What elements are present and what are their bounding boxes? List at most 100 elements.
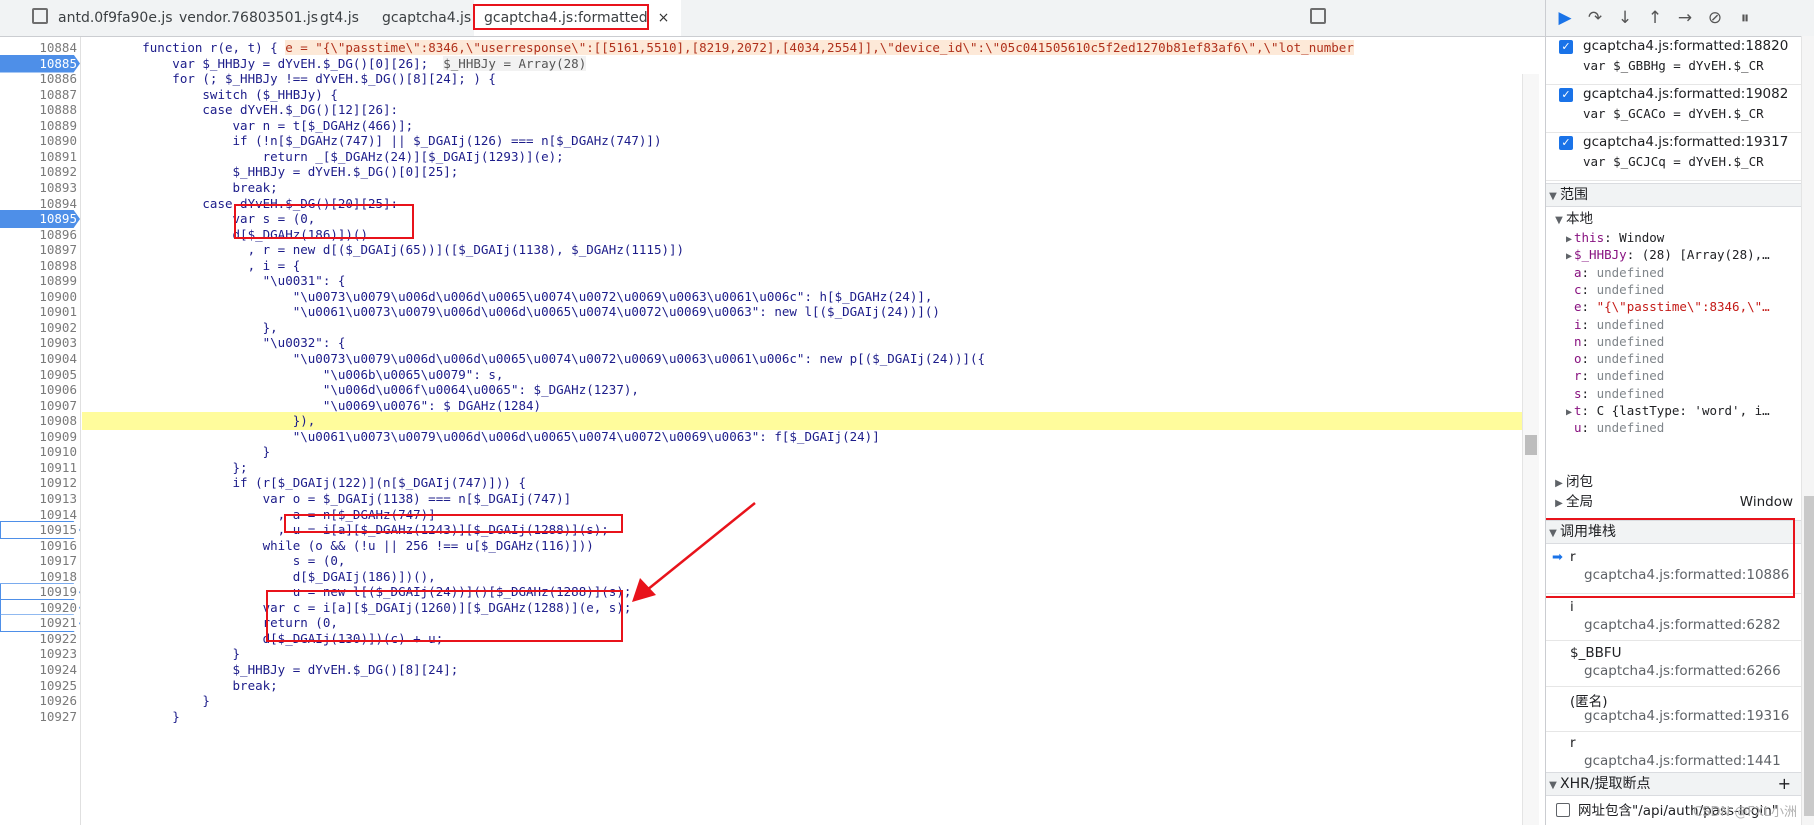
scope-variable[interactable]: s: undefined [1564,384,1814,403]
frame-function-name: (匿名) [1570,694,1608,710]
scope-variable-name: u [1574,420,1582,436]
checkbox-checked-icon[interactable]: ✓ [1559,88,1573,102]
editor-tab-bar: antd.0f9fa90e.js vendor.76803501.js gt4.… [0,0,1545,37]
annotation-box-tab [473,4,649,30]
step-over-icon[interactable]: ↷ [1584,8,1606,28]
scope-variable[interactable]: ▶ $_HHBJy: (28) [Array(28),… [1564,245,1814,264]
scope-variable[interactable]: u: undefined [1564,418,1814,437]
breakpoint-code: var $_GCJCq = dYvEH.$_CR [1583,154,1764,169]
scope-closure[interactable]: ▶ 闭包 [1552,473,1807,492]
scope-variable[interactable]: c: undefined [1564,280,1814,299]
annotation-arrow [632,502,756,602]
scope-variable[interactable]: r: undefined [1564,366,1814,385]
step-icon[interactable]: → [1674,8,1696,28]
closure-label: 闭包 [1566,474,1593,490]
code-editor[interactable]: 10884 10885 10886 10887 10888 10889 10890 10891… [0,37,1545,825]
chevron-down-icon: ▼ [1549,780,1557,791]
tab-label: vendor.76803501.js [179,10,319,26]
checkbox-checked-icon[interactable]: ✓ [1559,40,1573,54]
scope-variable[interactable]: e: "{\"passtime\":8346,\"… [1564,297,1814,316]
breakpoint-location: gcaptcha4.js:formatted:18820 [1583,38,1789,54]
chevron-down-icon: ▼ [1549,191,1557,202]
tab-gcaptcha4[interactable]: gcaptcha4.js [382,0,471,36]
breakpoint-item[interactable]: ✓ gcaptcha4.js:formatted:19082 var $_GCA… [1546,84,1801,133]
scope-global[interactable]: ▶ 全局 Window [1552,493,1801,512]
local-label: 本地 [1566,211,1593,227]
scope-local-header[interactable]: ▼ 本地 [1552,210,1807,229]
scope-variable-value: undefined [1596,264,1665,280]
scope-variable[interactable]: n: undefined [1564,332,1814,351]
tab-gt4[interactable]: gt4.js [320,0,359,36]
breakpoint-item[interactable]: ✓ gcaptcha4.js:formatted:18820 var $_GBB… [1546,36,1801,85]
close-icon[interactable]: × [658,10,670,26]
scope-variable-name: s [1574,385,1582,401]
frame-location: gcaptcha4.js:formatted:1441 [1584,753,1781,769]
scope-variable-value: undefined [1596,333,1665,349]
scope-variable-value: undefined [1596,316,1665,332]
pause-on-exceptions-icon[interactable]: ⏸ [1734,8,1756,28]
resume-icon[interactable]: ▶ [1554,8,1576,28]
scope-variable-name: n [1574,333,1582,349]
scope-section-header[interactable]: ▼ 范围 [1546,183,1801,207]
step-out-icon[interactable]: ↑ [1644,8,1666,28]
frame-function-name: r [1570,735,1576,751]
tab-vendor[interactable]: vendor.76803501.js [179,0,318,36]
tab-antd[interactable]: antd.0f9fa90e.js [58,0,173,36]
call-stack-frame[interactable]: i gcaptcha4.js:formatted:6282 [1546,595,1801,641]
scope-variable-name: a [1574,264,1582,280]
step-into-icon[interactable]: ↓ [1614,8,1636,28]
chevron-down-icon: ▼ [1555,215,1563,226]
breakpoint-item[interactable]: ✓ gcaptcha4.js:formatted:19317 var $_GCJ… [1546,132,1801,181]
scope-variable-value: undefined [1596,385,1665,401]
scope-variable-name: r [1574,368,1582,384]
scope-variable-name: e [1574,299,1582,315]
frame-function-name: $_BBFU [1570,645,1622,661]
checkbox-icon[interactable] [1556,803,1570,817]
scope-variable-value: Window [1619,230,1665,245]
debugger-toolbar: ▶ ↷ ↓ ↑ → ⊘ ⏸ [1546,0,1814,37]
scope-variable-name: c [1574,281,1582,297]
scope-variable-value: (28) [Array(28),… [1641,247,1770,263]
scope-variable-name: $_HHBJy [1574,247,1627,263]
tab-label: antd.0f9fa90e.js [58,10,173,26]
scope-variable-value: undefined [1596,420,1665,436]
scope-variable-value: undefined [1596,368,1665,384]
xhr-section-header[interactable]: ▼ XHR/提取断点 + [1546,772,1801,796]
call-stack-frame[interactable]: $_BBFU gcaptcha4.js:formatted:6266 [1546,641,1801,687]
breakpoint-code: var $_GCACo = dYvEH.$_CR [1583,106,1764,121]
scope-variable-value: undefined [1596,351,1665,367]
tab-label: gt4.js [320,10,359,26]
tab-label: gcaptcha4.js [382,10,472,26]
add-icon[interactable]: + [1778,773,1791,795]
toggle-debugger-icon[interactable] [1310,8,1326,24]
scope-variable[interactable]: o: undefined [1564,349,1814,368]
scope-variable[interactable]: a: undefined [1564,263,1814,282]
call-stack-frame[interactable]: (匿名) gcaptcha4.js:formatted:19316 [1546,686,1801,732]
chevron-right-icon: ▶ [1555,498,1563,509]
scope-variable-name: o [1574,351,1582,367]
scope-variable[interactable]: ▶ this: Window [1564,228,1814,247]
scope-header-label: 范围 [1560,187,1588,203]
scope-variable-name: t [1574,403,1582,418]
frame-location: gcaptcha4.js:formatted:19316 [1584,708,1790,724]
sidebar-scrollbar[interactable] [1801,36,1814,825]
checkbox-checked-icon[interactable]: ✓ [1559,136,1573,150]
scope-variable[interactable]: ▶ t: C {lastType: 'word', i… [1564,401,1814,420]
scope-variable[interactable]: i: undefined [1564,315,1814,334]
frame-function-name: i [1570,599,1574,615]
scope-variable-name: i [1574,316,1582,332]
deactivate-breakpoints-icon[interactable]: ⊘ [1704,8,1726,28]
scope-variable-name: this [1574,230,1605,245]
xhr-header-label: XHR/提取断点 [1560,776,1651,792]
debugger-sidebar: ▶ ↷ ↓ ↑ → ⊘ ⏸ ✓ gcaptcha4.js:formatted:1… [1545,0,1814,825]
global-label: 全局 [1566,494,1593,510]
breakpoint-location: gcaptcha4.js:formatted:19317 [1583,134,1789,150]
scope-variable-value: undefined [1596,281,1665,297]
toggle-navigator-icon[interactable] [32,8,48,24]
breakpoint-location: gcaptcha4.js:formatted:19082 [1583,86,1789,102]
frame-location: gcaptcha4.js:formatted:6282 [1584,617,1781,633]
scope-variable-value: C {lastType: 'word', i… [1596,403,1770,418]
global-value: Window [1739,494,1793,510]
call-stack-frame[interactable]: r gcaptcha4.js:formatted:1441 [1546,731,1801,777]
editor-scrollbar[interactable] [1522,74,1539,825]
